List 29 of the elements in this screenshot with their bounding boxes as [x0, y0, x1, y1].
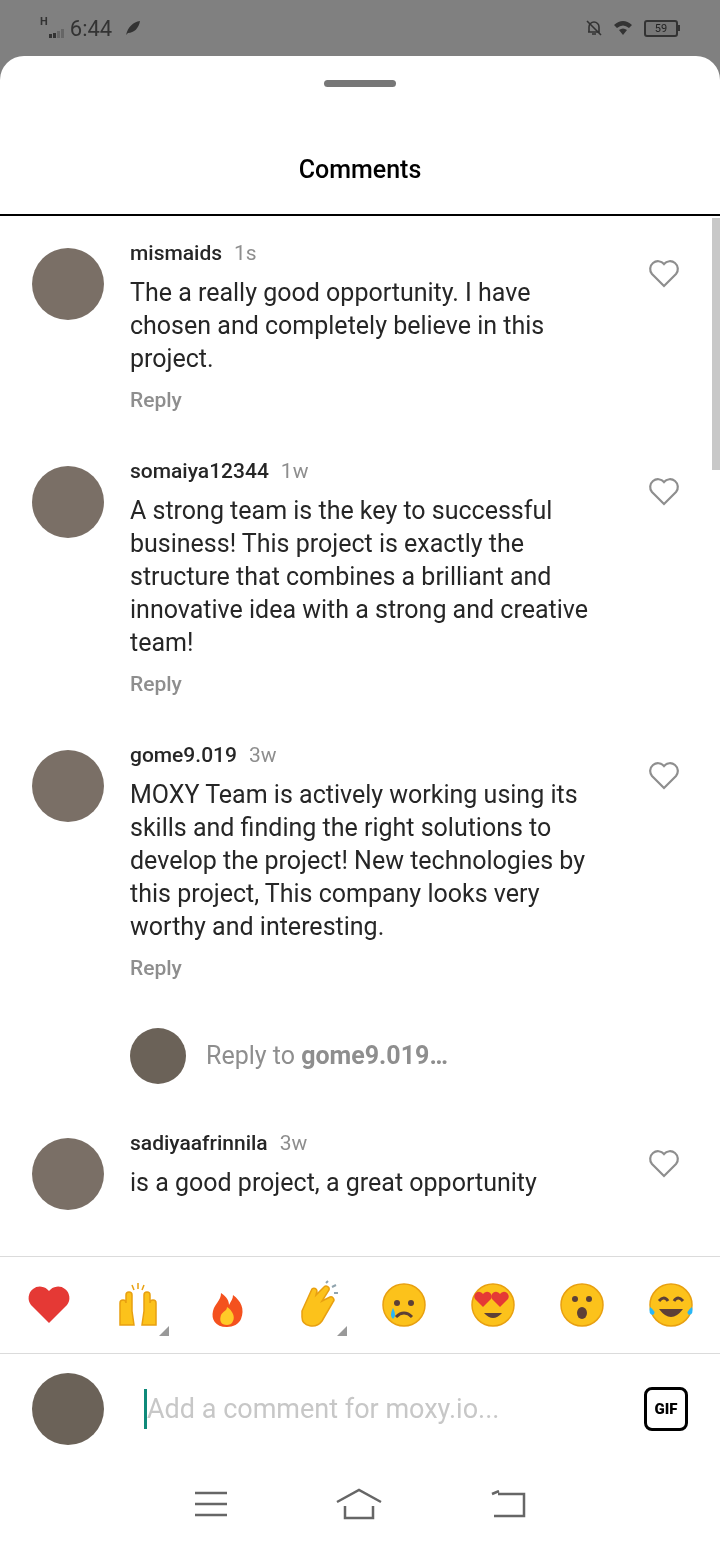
comment-text: is a good project, a great opportunity [130, 1166, 538, 1199]
clock-time: 6:44 [69, 14, 113, 43]
heart-icon[interactable] [648, 1148, 680, 1180]
heart-icon[interactable] [648, 258, 680, 290]
bell-off-icon [584, 18, 604, 38]
username[interactable]: sadiyaafrinnila [130, 1128, 268, 1160]
comment-time: 3w [248, 742, 277, 769]
gif-button[interactable]: GIF [644, 1387, 688, 1431]
comment-text: MOXY Team is actively working using its skills and finding the right solutions to develop the project! New technologies by this project, This company looks very worthy and interesting. [130, 778, 587, 943]
drag-handle[interactable] [324, 80, 396, 87]
battery-icon: 59 [644, 19, 680, 37]
comment-time: 1s [234, 240, 257, 267]
comment-time: 3w [279, 1130, 308, 1157]
heart-icon[interactable] [648, 476, 680, 508]
home-icon[interactable] [335, 1488, 383, 1520]
avatar-photo [130, 1028, 186, 1084]
comment-input[interactable]: Add a comment for moxy.io... [144, 1388, 624, 1430]
comment-time: 1w [280, 458, 309, 485]
heart-icon[interactable] [648, 760, 680, 792]
network-label: H [40, 14, 48, 30]
menu-icon[interactable] [193, 1491, 228, 1517]
username[interactable]: gome9.019 [130, 740, 237, 772]
sheet-title: Comments [298, 154, 422, 186]
comment-text: The a really good opportunity. I have chosen and completely believe in this project. [130, 276, 546, 375]
back-icon[interactable] [490, 1490, 527, 1518]
leaf-icon [124, 19, 143, 37]
comment-text: A strong team is the key to successful business! This project is exactly the structure that combines a brilliant and innovative idea with a strong and creative team! [130, 494, 589, 659]
username[interactable]: mismaids [130, 238, 223, 270]
username[interactable]: somaiya12344 [130, 456, 269, 488]
